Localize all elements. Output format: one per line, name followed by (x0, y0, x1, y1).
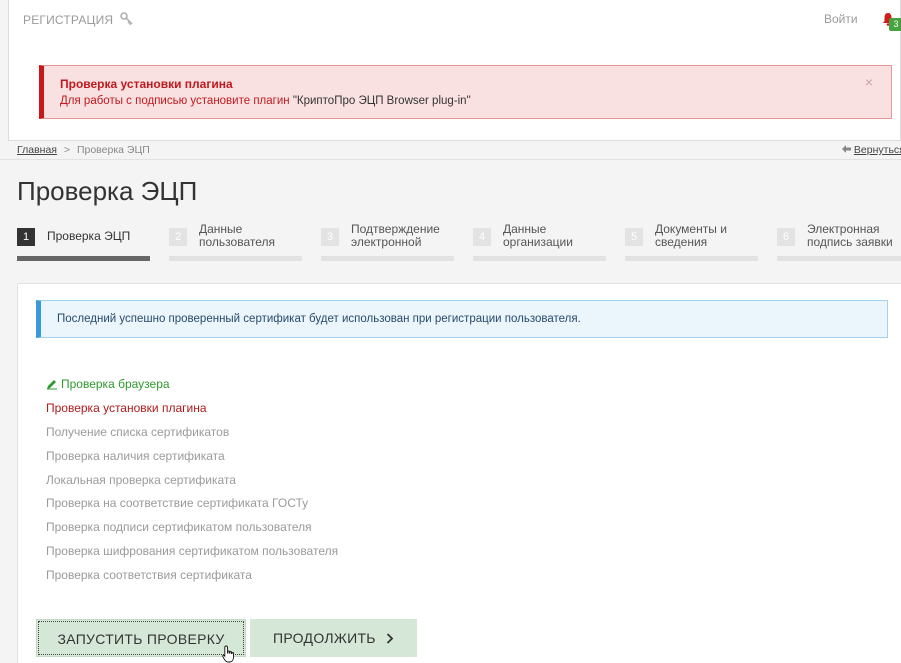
breadcrumb: Главная > Проверка ЭЦП (17, 144, 150, 156)
check-item: Получение списка сертификатов (46, 425, 230, 439)
hand-cursor-icon (222, 645, 234, 663)
notification-badge: 3 (889, 18, 901, 31)
step-progress-bar (473, 256, 606, 261)
key-icon (120, 12, 133, 26)
pen-icon (47, 380, 57, 390)
main-panel: Последний успешно проверенный сертификат… (17, 283, 901, 663)
continue-button-label: ПРОДОЛЖИТЬ (272, 630, 376, 646)
alert-plugin-name: "КриптоПро ЭЦП Browser plug-in" (292, 95, 471, 107)
step-progress-bar (777, 256, 901, 261)
brand-label: РЕГИСТРАЦИЯ (23, 13, 114, 27)
check-item: Проверка подписи сертификатом пользовате… (46, 520, 312, 534)
breadcrumb-separator: > (63, 144, 71, 156)
check-item-plugin: Проверка установки плагина (46, 401, 207, 415)
start-check-button[interactable]: ЗАПУСТИТЬ ПРОВЕРКУ (36, 619, 246, 657)
step-number: 4 (473, 228, 491, 246)
step-label: Электронная подпись заявки (807, 222, 893, 249)
check-item-browser: Проверка браузера (46, 377, 170, 391)
step-progress-bar (625, 256, 758, 261)
step-progress-bar (17, 256, 150, 261)
step-label: Проверка ЭЦП (47, 229, 131, 243)
step-label: Данные организации (503, 222, 573, 249)
step-progress-bar (321, 256, 454, 261)
step-label: Данные пользователя (199, 222, 275, 249)
brand[interactable]: РЕГИСТРАЦИЯ (23, 12, 134, 27)
check-item: Проверка наличия сертификата (46, 449, 225, 463)
divider (0, 159, 901, 160)
plugin-alert: Проверка установки плагина Для работы с … (39, 65, 892, 119)
step-label: Документы и сведения (655, 222, 727, 249)
step-number: 2 (169, 228, 187, 246)
page-title: Проверка ЭЦП (17, 176, 198, 206)
header: РЕГИСТРАЦИЯ Войти 3 Проверка установки п… (8, 0, 901, 141)
stepper: 1 Проверка ЭЦП 2 Данные пользователя 3 По… (17, 220, 901, 262)
step-number: 3 (321, 228, 339, 246)
check-item: Проверка соответствия сертификата (46, 568, 252, 582)
step-number: 1 (17, 228, 35, 246)
close-icon[interactable]: × (865, 74, 873, 90)
continue-button[interactable]: ПРОДОЛЖИТЬ (250, 619, 417, 657)
check-item: Проверка шифрования сертификатом пользов… (46, 544, 339, 558)
back-link[interactable]: Вернуться (842, 144, 901, 156)
check-item: Проверка на соответствие сертификата ГОС… (46, 496, 309, 510)
back-link-label: Вернуться (853, 144, 901, 156)
alert-message: Для работы с подписью установите плагин (60, 95, 290, 107)
step-label: Подтверждение электронной (351, 222, 440, 249)
step-number: 6 (777, 228, 795, 246)
info-box: Последний успешно проверенный сертификат… (36, 300, 888, 338)
alert-text: Для работы с подписью установите плагин … (60, 95, 471, 107)
breadcrumb-current: Проверка ЭЦП (76, 144, 150, 156)
arrow-left-icon (842, 145, 851, 153)
step-number: 5 (625, 228, 643, 246)
login-link[interactable]: Войти (824, 12, 858, 26)
step-progress-bar (169, 256, 302, 261)
chevron-right-icon (386, 633, 394, 644)
check-item: Локальная проверка сертификата (46, 473, 236, 487)
breadcrumb-home[interactable]: Главная (17, 144, 57, 156)
alert-title: Проверка установки плагина (60, 77, 233, 91)
info-text: Последний успешно проверенный сертификат… (57, 313, 581, 325)
